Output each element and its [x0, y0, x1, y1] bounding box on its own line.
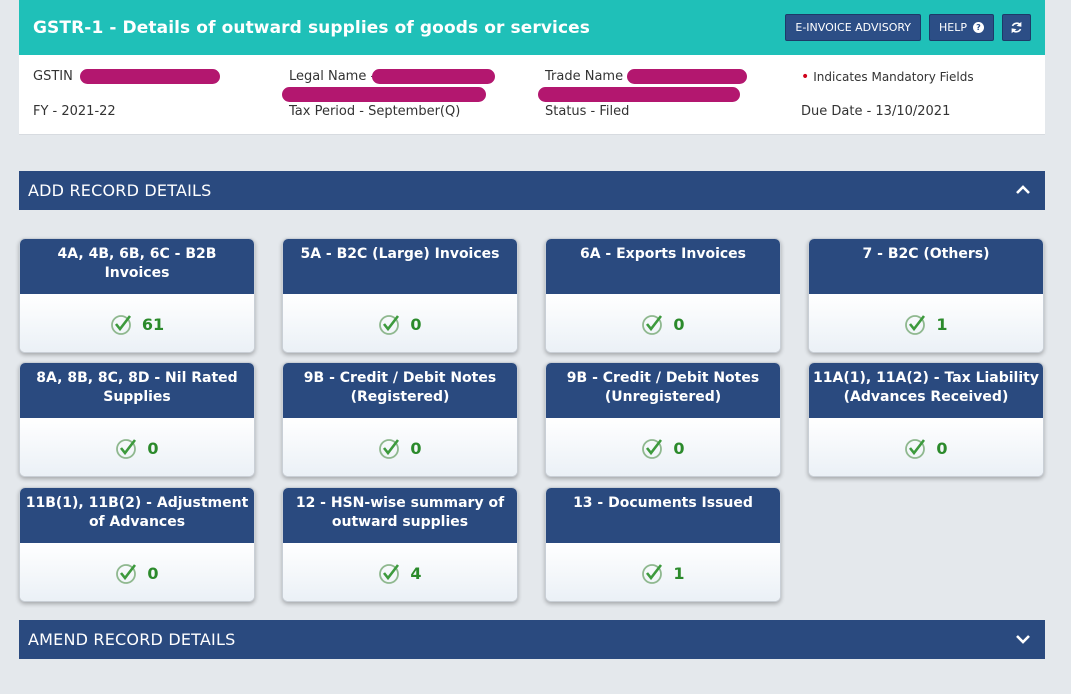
tax-period-text: Tax Period - September(Q) — [289, 104, 461, 119]
check-circle-icon — [905, 439, 926, 459]
tile-hsn-summary[interactable]: 12 - HSN-wise summary of outward supplie… — [282, 487, 518, 602]
tile-title: 6A - Exports Invoices — [546, 239, 780, 294]
check-circle-icon — [116, 564, 137, 584]
tile-title: 9B - Credit / Debit Notes (Unregistered) — [546, 363, 780, 418]
chevron-down-icon[interactable] — [1015, 631, 1031, 647]
legal-name-redaction-2 — [282, 87, 486, 102]
tile-title: 9B - Credit / Debit Notes (Registered) — [283, 363, 517, 418]
tile-credit-debit-unregistered[interactable]: 9B - Credit / Debit Notes (Unregistered)… — [545, 362, 781, 477]
tile-count: 0 — [936, 438, 948, 458]
tile-title: 11A(1), 11A(2) - Tax Liability (Advances… — [809, 363, 1043, 418]
refresh-icon — [1011, 21, 1022, 34]
einvoice-advisory-label: E-INVOICE ADVISORY — [795, 21, 912, 34]
tile-title: 5A - B2C (Large) Invoices — [283, 239, 517, 294]
mandatory-dot-icon: • — [801, 69, 810, 85]
page-header: GSTR-1 - Details of outward supplies of … — [19, 0, 1045, 55]
trade-name-label: Trade Name — [545, 69, 624, 84]
tile-exports-invoices[interactable]: 6A - Exports Invoices 0 — [545, 238, 781, 353]
question-icon: ? — [973, 22, 984, 33]
tile-documents-issued[interactable]: 13 - Documents Issued 1 — [545, 487, 781, 602]
tile-title: 11B(1), 11B(2) - Adjustment of Advances — [20, 488, 254, 543]
fy-text: FY - 2021-22 — [33, 104, 116, 119]
tile-tax-liability-advances[interactable]: 11A(1), 11A(2) - Tax Liability (Advances… — [808, 362, 1044, 477]
header-actions: E-INVOICE ADVISORY HELP ? — [785, 14, 1031, 41]
tile-count: 0 — [147, 563, 159, 583]
tile-count: 0 — [673, 314, 685, 334]
amend-record-details-section[interactable]: AMEND RECORD DETAILS — [19, 620, 1045, 659]
check-circle-icon — [642, 439, 663, 459]
tile-count: 4 — [410, 563, 422, 583]
tile-title: 13 - Documents Issued — [546, 488, 780, 543]
page-title: GSTR-1 - Details of outward supplies of … — [33, 17, 590, 38]
legal-name-redaction — [372, 69, 495, 84]
gstin-redaction — [80, 69, 220, 84]
help-button[interactable]: HELP ? — [929, 14, 994, 41]
tile-b2c-others[interactable]: 7 - B2C (Others) 1 — [808, 238, 1044, 353]
due-date-text: Due Date - 13/10/2021 — [801, 104, 951, 119]
tile-count: 0 — [410, 314, 422, 334]
mandatory-note-text: Indicates Mandatory Fields — [813, 70, 974, 84]
check-circle-icon — [110, 315, 131, 335]
tile-title: 7 - B2C (Others) — [809, 239, 1043, 294]
return-info-panel: GSTIN Legal Name - Trade Name • Indicates… — [19, 55, 1045, 135]
tile-count: 1 — [936, 314, 948, 334]
refresh-button[interactable] — [1002, 14, 1031, 41]
einvoice-advisory-button[interactable]: E-INVOICE ADVISORY — [785, 14, 922, 41]
trade-name-redaction — [627, 69, 747, 84]
amend-record-details-title: AMEND RECORD DETAILS — [28, 630, 236, 649]
add-record-details-section[interactable]: ADD RECORD DETAILS — [19, 171, 1045, 210]
help-label: HELP — [939, 21, 967, 34]
status-text: Status - Filed — [545, 104, 630, 119]
check-circle-icon — [379, 439, 400, 459]
mandatory-note: • Indicates Mandatory Fields — [801, 69, 974, 85]
tile-count: 61 — [141, 314, 165, 334]
add-record-details-title: ADD RECORD DETAILS — [28, 181, 212, 200]
tile-count: 1 — [673, 563, 685, 583]
check-circle-icon — [379, 315, 400, 335]
check-circle-icon — [905, 315, 926, 335]
check-circle-icon — [379, 564, 400, 584]
tile-credit-debit-registered[interactable]: 9B - Credit / Debit Notes (Registered) 0 — [282, 362, 518, 477]
tile-title: 8A, 8B, 8C, 8D - Nil Rated Supplies — [20, 363, 254, 418]
trade-name-redaction-2 — [538, 87, 740, 102]
tile-count: 0 — [147, 438, 159, 458]
legal-name-label: Legal Name - — [289, 69, 376, 84]
tile-b2b-invoices[interactable]: 4A, 4B, 6B, 6C - B2B Invoices 61 — [19, 238, 255, 353]
tile-count: 0 — [673, 438, 685, 458]
gstin-label: GSTIN — [33, 69, 73, 84]
tile-adjustment-of-advances[interactable]: 11B(1), 11B(2) - Adjustment of Advances … — [19, 487, 255, 602]
tile-title: 4A, 4B, 6B, 6C - B2B Invoices — [20, 239, 254, 294]
tile-b2c-large-invoices[interactable]: 5A - B2C (Large) Invoices 0 — [282, 238, 518, 353]
check-circle-icon — [642, 564, 663, 584]
tile-nil-rated-supplies[interactable]: 8A, 8B, 8C, 8D - Nil Rated Supplies 0 — [19, 362, 255, 477]
check-circle-icon — [116, 439, 137, 459]
chevron-up-icon[interactable] — [1015, 182, 1031, 198]
tile-title: 12 - HSN-wise summary of outward supplie… — [283, 488, 517, 543]
tile-count: 0 — [410, 438, 422, 458]
check-circle-icon — [642, 315, 663, 335]
